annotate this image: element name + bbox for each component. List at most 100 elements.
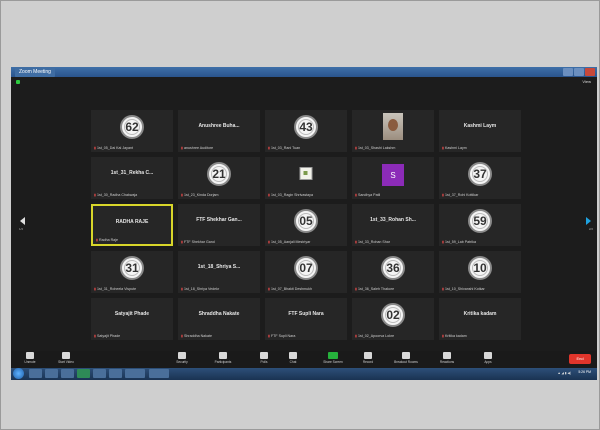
participant-tile[interactable]: 07 ▮1st_07_Bhakti Deshmukh (265, 251, 347, 293)
taskbar-app-icon[interactable] (45, 369, 58, 378)
window-title: Zoom Meeting (15, 67, 55, 77)
taskbar-app-icon[interactable] (29, 369, 42, 378)
participant-tile[interactable]: Kashmi Laym ▮Kashmi Laym (439, 110, 521, 152)
participant-number-badge: 21 (207, 162, 231, 186)
toolbar-mic-button[interactable]: Unmute (13, 352, 47, 364)
participant-display-name: Satyajit Phade (114, 311, 150, 317)
toolbar-chat-button[interactable]: Chat (276, 352, 310, 364)
participant-tile[interactable]: Satyajit Phade ▮Satyajit Phade (91, 298, 173, 340)
toolbar-participants-button[interactable]: Participants (206, 352, 240, 364)
toolbar-label: Record (362, 360, 374, 364)
close-button[interactable] (585, 68, 595, 76)
muted-mic-icon: ▮ (181, 240, 183, 244)
participant-tile[interactable]: RADHA RAJE ▮Radha Raje (91, 204, 173, 246)
next-page-arrow-icon[interactable] (586, 217, 591, 225)
participant-tile[interactable]: 10 ▮1st_10_Shivanshi Kotkar (439, 251, 521, 293)
participant-tile[interactable]: 02 ▮1st_02_Apoorva Lokre (352, 298, 434, 340)
participant-name-bar: ▮1st_33_Rohan Shar (355, 240, 390, 244)
participant-tile[interactable]: 37 ▮1st_37_Rohi Kottikar (439, 157, 521, 199)
toolbar-label: Apps (484, 360, 492, 364)
start-button-icon[interactable] (13, 368, 24, 379)
muted-mic-icon: ▮ (442, 287, 444, 291)
taskbar-app-icon[interactable] (77, 369, 90, 378)
toolbar-label: Reactions (439, 360, 455, 364)
muted-mic-icon: ▮ (268, 193, 270, 197)
zoom-window: Zoom Meeting View 1/2 2/2 62 ▮1st_05_Dai … (11, 67, 597, 380)
participant-tile[interactable]: 31 ▮1st_31_Roheela Vispute (91, 251, 173, 293)
taskbar-app-icon[interactable] (149, 369, 169, 378)
participant-number-badge: 31 (120, 256, 144, 280)
participant-name: 1st_30_Radha Chakwaja (96, 193, 138, 197)
toolbar-shield-button[interactable]: Security (165, 352, 199, 364)
participant-number-badge: 05 (294, 209, 318, 233)
toolbar-label: Security (176, 360, 188, 364)
participant-tile[interactable]: Shraddha Nakate ▮Shraddha Nakate (178, 298, 260, 340)
windows-taskbar: ▲ ◢ ▮ ◀) 5:26 PM (11, 368, 597, 380)
participant-tile[interactable]: 21 ▮1st_23_Kinda Dorjam (178, 157, 260, 199)
participant-tile[interactable]: ▮1st_03_Ragin Shrivastaya (265, 157, 347, 199)
breakout-icon (402, 352, 410, 359)
participant-tile[interactable]: FTF Supli Nara ▮FTF Supli Nara (265, 298, 347, 340)
taskbar-clock: 5:26 PM (578, 370, 591, 374)
participant-name-bar: ▮Radha Raje (96, 238, 118, 242)
toolbar-share-screen-button[interactable]: Share Screen (316, 352, 350, 364)
system-tray[interactable]: ▲ ◢ ▮ ◀) (557, 371, 571, 375)
participant-tile[interactable]: 43 ▮1st_03_Rani Tuan (265, 110, 347, 152)
muted-mic-icon: ▮ (181, 334, 183, 338)
encryption-shield-icon[interactable] (16, 80, 20, 84)
record-icon (364, 352, 372, 359)
participant-name: 1st_03_Ragin Shrivastaya (270, 193, 313, 197)
participant-tile[interactable]: ▮1st_03_Shashi Lakshm (352, 110, 434, 152)
participant-name: 1st_02_Apoorva Lokre (357, 334, 395, 338)
participant-tile[interactable]: 05 ▮1st_05_Aanjali Mestriyar (265, 204, 347, 246)
muted-mic-icon: ▮ (442, 240, 444, 244)
muted-mic-icon: ▮ (355, 146, 357, 150)
end-meeting-button[interactable]: End (569, 354, 591, 364)
maximize-button[interactable] (574, 68, 584, 76)
participant-name-bar: ▮FTF Shekhar Gand (181, 240, 215, 244)
taskbar-app-icon[interactable] (93, 369, 106, 378)
participant-tile[interactable]: 1st_33_Rohan Sh... ▮1st_33_Rohan Shar (352, 204, 434, 246)
minimize-button[interactable] (563, 68, 573, 76)
view-button[interactable]: View (582, 79, 591, 84)
toolbar-label: Start Video (58, 360, 74, 364)
muted-mic-icon: ▮ (355, 334, 357, 338)
participant-tile[interactable]: Anushree Buha... ▮anushree Auditore (178, 110, 260, 152)
participant-tile[interactable]: 62 ▮1st_05_Dai Kal Jayant (91, 110, 173, 152)
participant-name-bar: ▮FTF Supli Nara (268, 334, 295, 338)
participant-tile[interactable]: Kritika kadam ▮Kritika kadam (439, 298, 521, 340)
participant-name-bar: ▮1st_03_Ragin Shrivastaya (268, 193, 313, 197)
participant-number-badge: 02 (381, 303, 405, 327)
participant-name-bar: ▮1st_36_Saleh Thakore (355, 287, 394, 291)
muted-mic-icon: ▮ (94, 193, 96, 197)
participant-name: 1st_23_Kinda Dorjam (183, 193, 219, 197)
toolbar-video-button[interactable]: Start Video (49, 352, 83, 364)
previous-page-arrow-icon[interactable] (20, 217, 25, 225)
video-icon (62, 352, 70, 359)
taskbar-app-icon[interactable] (61, 369, 74, 378)
toolbar-record-button[interactable]: Record (351, 352, 385, 364)
muted-mic-icon: ▮ (94, 287, 96, 291)
muted-mic-icon: ▮ (442, 334, 444, 338)
toolbar-reactions-button[interactable]: Reactions (430, 352, 464, 364)
taskbar-app-icon[interactable] (125, 369, 145, 378)
participant-name: 1st_05_Aanjali Mestriyar (270, 240, 311, 244)
participant-grid: 62 ▮1st_05_Dai Kal Jayant Anushree Buha...… (91, 110, 525, 342)
toolbar-breakout-button[interactable]: Breakout Rooms (389, 352, 423, 364)
participant-name: 1st_03_Shashi Lakshm (357, 146, 396, 150)
toolbar-label: Breakout Rooms (394, 360, 418, 364)
participant-number-badge: 43 (294, 115, 318, 139)
participant-tile[interactable]: 1st_18_Shriya S... ▮1st_18_Shriya Vedekr (178, 251, 260, 293)
participant-tile[interactable]: 1st_31_Rekha C... ▮1st_30_Radha Chakwaja (91, 157, 173, 199)
taskbar-app-icon[interactable] (109, 369, 122, 378)
participant-name-bar: ▮Kritika kadam (442, 334, 467, 338)
toolbar-apps-button[interactable]: Apps (471, 352, 505, 364)
participant-tile[interactable]: S ▮Sandhya Patil (352, 157, 434, 199)
participant-tile[interactable]: 59 ▮1st_59_Lab Patrika (439, 204, 521, 246)
participant-name-bar: ▮Sandhya Patil (355, 193, 380, 197)
participant-tile[interactable]: FTF Shekhar Gan... ▮FTF Shekhar Gand (178, 204, 260, 246)
participant-name: FTF Supli Nara (270, 334, 296, 338)
muted-mic-icon: ▮ (442, 193, 444, 197)
participant-tile[interactable]: 36 ▮1st_36_Saleh Thakore (352, 251, 434, 293)
participant-name-bar: ▮1st_10_Shivanshi Kotkar (442, 287, 485, 291)
